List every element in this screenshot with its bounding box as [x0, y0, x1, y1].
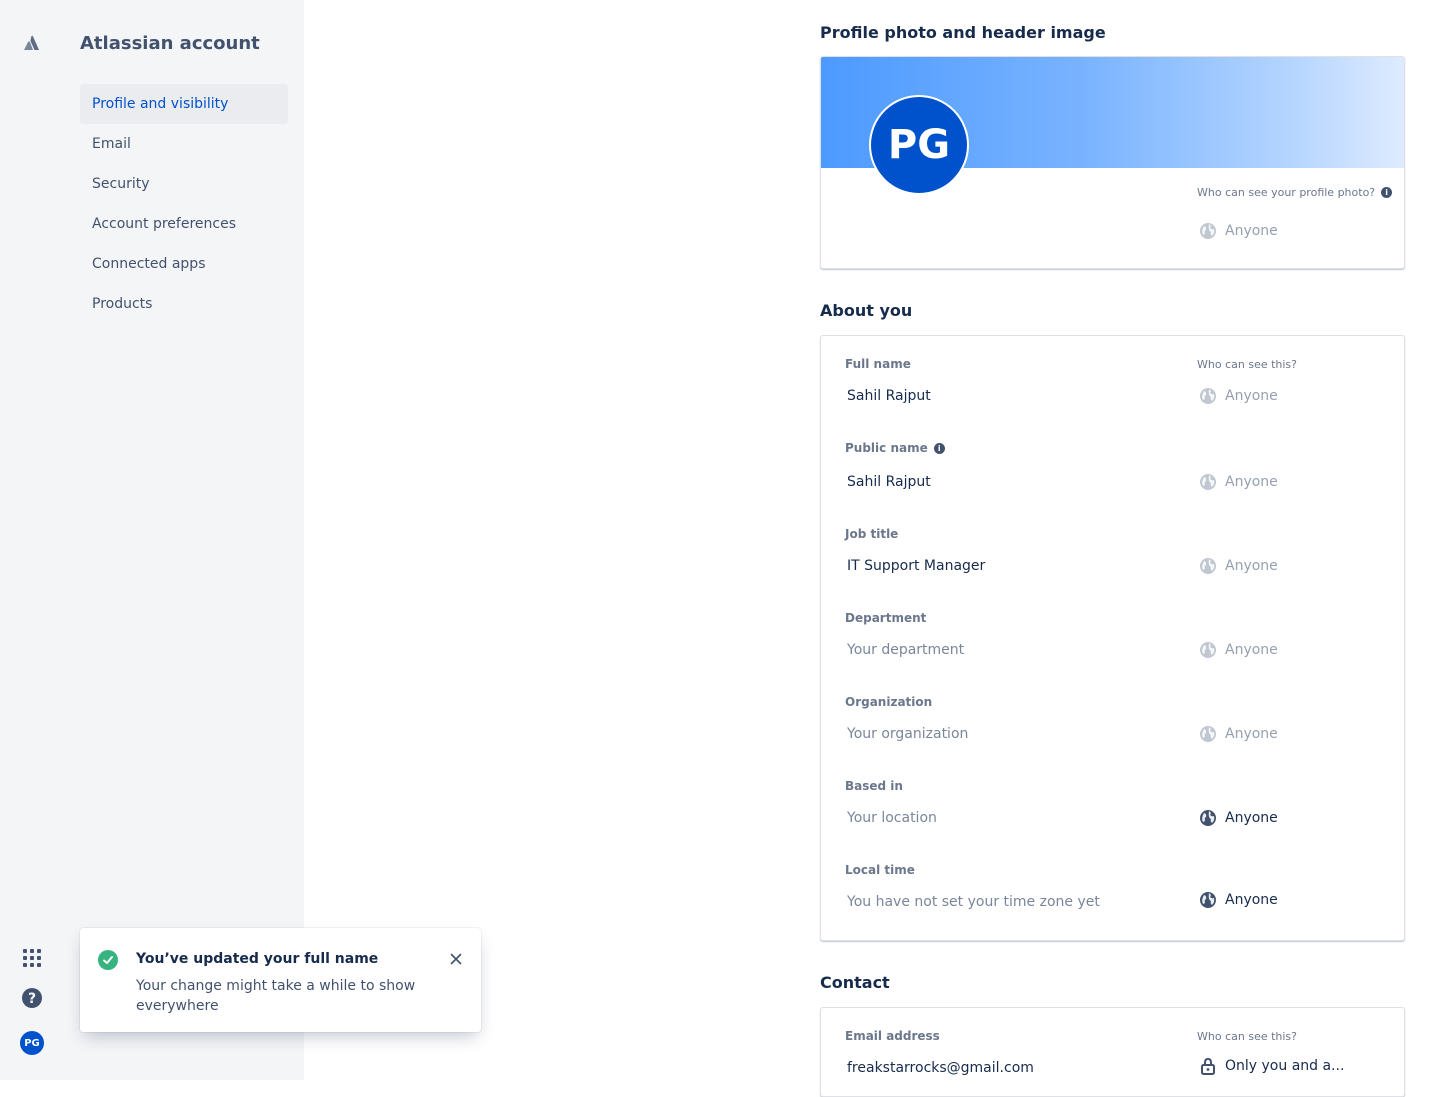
- field-label-full-name: Full name: [845, 357, 911, 371]
- field-label-based-in: Based in: [845, 779, 903, 793]
- field-label-local-time: Local time: [845, 863, 915, 877]
- sidebar-item-email[interactable]: Email: [80, 124, 288, 164]
- globe-icon: [1200, 558, 1216, 574]
- field-label-email: Email address: [845, 1029, 940, 1043]
- global-rail: ? PG: [0, 0, 64, 1080]
- help-icon[interactable]: ?: [22, 988, 42, 1008]
- profile-photo[interactable]: PG: [869, 95, 969, 195]
- sidebar-item-connected-apps[interactable]: Connected apps: [80, 244, 288, 284]
- job-title-field[interactable]: IT Support Manager: [847, 558, 985, 574]
- profile-photo-visibility-label: Who can see your profile photo? i: [1197, 186, 1393, 199]
- job-title-visibility[interactable]: Anyone: [1199, 557, 1278, 575]
- contact-card: Email address Who can see this? freaksta…: [820, 1007, 1405, 1097]
- avatar[interactable]: PG: [20, 1031, 44, 1055]
- field-label-public-name: Public name i: [845, 441, 945, 455]
- email-visibility[interactable]: Only you and a...: [1199, 1057, 1344, 1075]
- info-icon[interactable]: i: [933, 442, 945, 454]
- about-card: Who can see this? Full name Sahil Rajput…: [820, 335, 1405, 941]
- about-visibility-header: Who can see this?: [1197, 358, 1298, 371]
- globe-icon: [1200, 223, 1216, 239]
- app-title: Atlassian account: [80, 33, 260, 54]
- department-visibility[interactable]: Anyone: [1199, 641, 1278, 659]
- success-toast: You’ve updated your full name Your chang…: [80, 928, 481, 1032]
- profile-photo-section-title: Profile photo and header image: [820, 23, 1106, 42]
- toast-message: Your change might take a while to show e…: [136, 978, 416, 1014]
- sidebar-item-account-preferences[interactable]: Account preferences: [80, 204, 288, 244]
- close-icon[interactable]: [448, 951, 464, 967]
- based-in-field[interactable]: Your location: [847, 810, 937, 826]
- globe-icon: [1200, 388, 1216, 404]
- about-section-title: About you: [820, 301, 913, 320]
- department-field[interactable]: Your department: [847, 642, 964, 658]
- field-label-organization: Organization: [845, 695, 933, 709]
- globe-icon: [1200, 892, 1216, 908]
- toast-title: You’ve updated your full name: [136, 951, 379, 967]
- profile-photo-card: PG Who can see your profile photo? i Any…: [820, 56, 1405, 269]
- globe-icon: [1200, 642, 1216, 658]
- full-name-field[interactable]: Sahil Rajput: [847, 388, 931, 404]
- field-label-job-title: Job title: [845, 527, 899, 541]
- public-name-field[interactable]: Sahil Rajput: [847, 474, 931, 490]
- globe-icon: [1200, 474, 1216, 490]
- svg-text:?: ?: [28, 991, 36, 1007]
- organization-visibility[interactable]: Anyone: [1199, 725, 1278, 743]
- atlassian-logo-icon[interactable]: [22, 33, 42, 53]
- info-icon[interactable]: i: [1381, 187, 1393, 198]
- email-field[interactable]: freakstarrocks@gmail.com: [847, 1060, 1034, 1076]
- full-name-visibility[interactable]: Anyone: [1199, 387, 1278, 405]
- sidebar-item-profile-and-visibility[interactable]: Profile and visibility: [80, 84, 288, 124]
- check-circle-icon: [98, 950, 118, 970]
- organization-field[interactable]: Your organization: [847, 726, 968, 742]
- field-label-department: Department: [845, 611, 927, 625]
- sidebar-item-security[interactable]: Security: [80, 164, 288, 204]
- contact-visibility-header: Who can see this?: [1197, 1030, 1298, 1043]
- public-name-visibility[interactable]: Anyone: [1199, 473, 1278, 491]
- contact-section-title: Contact: [820, 973, 890, 992]
- sidebar: Atlassian account Profile and visibility…: [64, 0, 304, 1080]
- sidebar-item-products[interactable]: Products: [80, 284, 288, 324]
- globe-icon: [1200, 810, 1216, 826]
- sidebar-nav: Profile and visibility Email Security Ac…: [80, 84, 288, 324]
- lock-icon: [1201, 1057, 1215, 1075]
- local-time-visibility[interactable]: Anyone: [1199, 891, 1278, 909]
- globe-icon: [1200, 726, 1216, 742]
- app-switcher-icon[interactable]: [23, 949, 41, 967]
- local-time-field[interactable]: You have not set your time zone yet: [847, 894, 1100, 910]
- based-in-visibility[interactable]: Anyone: [1199, 809, 1278, 827]
- profile-photo-visibility[interactable]: Anyone: [1199, 222, 1278, 240]
